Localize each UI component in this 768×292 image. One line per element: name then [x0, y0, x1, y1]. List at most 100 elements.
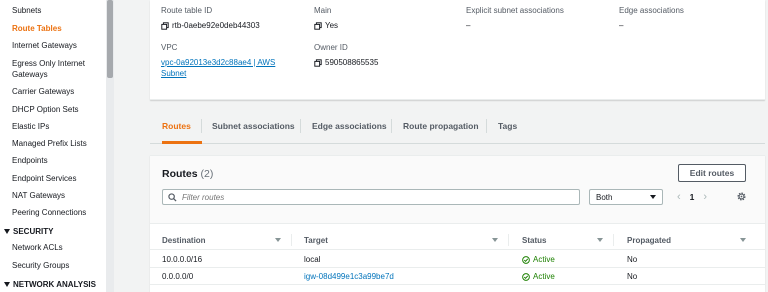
tab-divider: [201, 119, 202, 133]
route-status: Active: [522, 255, 555, 264]
routes-count: (2): [200, 168, 214, 180]
route-table-id-field: Route table ID rtb-0aebe92e0deb44303: [161, 6, 260, 31]
route-propagated: No: [627, 272, 638, 281]
caret-down-icon: [650, 195, 656, 199]
route-table-id-value: rtb-0aebe92e0deb44303: [172, 21, 260, 30]
filter-routes-field[interactable]: [162, 189, 580, 205]
edge-associations-value: –: [619, 21, 624, 30]
column-divider: [291, 234, 292, 246]
column-divider: [508, 234, 509, 246]
vpc-link[interactable]: vpc-0a92013e3d2c88ae4 | AWS: [161, 58, 275, 68]
sort-icon[interactable]: [275, 238, 281, 242]
details-panel: Route table ID rtb-0aebe92e0deb44303 Mai…: [150, 0, 765, 100]
main-content: Route table ID rtb-0aebe92e0deb44303 Mai…: [114, 0, 768, 292]
tab-bar: Routes Subnet associations Edge associat…: [150, 110, 765, 144]
gear-icon[interactable]: [736, 191, 747, 202]
tab-divider: [300, 119, 301, 133]
route-status-text: Active: [533, 255, 555, 264]
column-header-propagated[interactable]: Propagated: [627, 236, 671, 245]
tab-subnet-associations[interactable]: Subnet associations: [212, 121, 295, 131]
copy-icon[interactable]: [314, 22, 322, 30]
owner-id-field: Owner ID 590508865535: [314, 43, 378, 68]
sidebar-item-egress-only-internet-gateways-line2[interactable]: Gateways: [12, 70, 48, 80]
tab-edge-associations[interactable]: Edge associations: [312, 121, 387, 131]
routes-title: Routes (2): [162, 168, 213, 180]
sidebar-section-network-analysis[interactable]: NETWORK ANALYSIS: [4, 280, 96, 289]
routes-table-header: Destination Target Status Propagated: [150, 230, 765, 250]
sidebar-item-internet-gateways[interactable]: Internet Gateways: [12, 41, 77, 51]
sidebar-item-subnets[interactable]: Subnets: [12, 6, 41, 16]
pagination: ‹ 1 ›: [677, 189, 707, 205]
vpc-field: VPC vpc-0a92013e3d2c88ae4 | AWS Subnet: [161, 43, 275, 79]
edit-routes-button[interactable]: Edit routes: [678, 164, 746, 182]
propagation-filter-select[interactable]: Both: [589, 189, 663, 205]
sort-icon[interactable]: [740, 238, 746, 242]
sidebar-item-managed-prefix-lists[interactable]: Managed Prefix Lists: [12, 139, 87, 149]
check-circle-icon: [522, 255, 530, 264]
check-circle-icon: [522, 272, 530, 281]
page-number[interactable]: 1: [690, 192, 695, 202]
route-target: local: [304, 255, 321, 264]
tab-divider: [391, 119, 392, 133]
sort-icon[interactable]: [492, 238, 498, 242]
route-status-text: Active: [533, 272, 555, 281]
sidebar-scrollbar-thumb[interactable]: [107, 0, 113, 78]
owner-id-value: 590508865535: [325, 58, 379, 67]
edge-associations-label: Edge associations: [619, 6, 684, 15]
vpc-link-line2[interactable]: Subnet: [161, 69, 275, 79]
tab-routes[interactable]: Routes: [162, 121, 191, 131]
sidebar-item-network-acls[interactable]: Network ACLs: [12, 243, 63, 253]
caret-down-icon: [4, 282, 10, 287]
column-header-target[interactable]: Target: [304, 236, 328, 245]
copy-icon[interactable]: [314, 59, 322, 67]
propagation-filter-value: Both: [596, 192, 613, 202]
sidebar-section-security[interactable]: SECURITY: [4, 227, 53, 236]
route-propagated: No: [627, 255, 638, 264]
explicit-subnet-associations-value: –: [466, 21, 471, 30]
search-icon: [168, 192, 177, 202]
sidebar-item-endpoints[interactable]: Endpoints: [12, 156, 48, 166]
owner-id-label: Owner ID: [314, 43, 348, 52]
route-status: Active: [522, 272, 555, 281]
vpc-label: VPC: [161, 43, 178, 52]
sidebar: Subnets Route Tables Internet Gateways E…: [0, 0, 114, 292]
explicit-subnet-associations-field: Explicit subnet associations –: [466, 6, 564, 31]
tab-tags[interactable]: Tags: [498, 121, 517, 131]
sidebar-item-carrier-gateways[interactable]: Carrier Gateways: [12, 87, 74, 97]
main-label: Main: [314, 6, 332, 15]
chevron-right-icon[interactable]: ›: [703, 191, 707, 203]
table-row: 10.0.0.0/16 local Active No: [150, 251, 765, 268]
chevron-left-icon[interactable]: ‹: [677, 191, 681, 203]
caret-down-icon: [4, 229, 10, 234]
sidebar-item-nat-gateways[interactable]: NAT Gateways: [12, 191, 65, 201]
route-target: igw-08d499e1c3a99be7d: [304, 272, 394, 281]
tab-route-propagation[interactable]: Route propagation: [403, 121, 479, 131]
filter-routes-input[interactable]: [182, 192, 562, 202]
copy-icon[interactable]: [161, 22, 169, 30]
sidebar-section-label: NETWORK ANALYSIS: [13, 280, 96, 289]
sidebar-item-dhcp-option-sets[interactable]: DHCP Option Sets: [12, 105, 79, 115]
column-header-status[interactable]: Status: [522, 236, 546, 245]
column-header-destination[interactable]: Destination: [162, 236, 206, 245]
tab-divider: [486, 119, 487, 133]
route-table-id-label: Route table ID: [161, 6, 213, 15]
table-row: 0.0.0.0/0 igw-08d499e1c3a99be7d Active N…: [150, 268, 765, 285]
route-target-link[interactable]: igw-08d499e1c3a99be7d: [304, 272, 394, 281]
sidebar-item-egress-only-internet-gateways[interactable]: Egress Only Internet: [12, 59, 85, 69]
sort-icon[interactable]: [597, 238, 603, 242]
sidebar-item-peering-connections[interactable]: Peering Connections: [12, 208, 86, 218]
routes-title-text: Routes: [162, 168, 198, 180]
column-divider: [613, 234, 614, 246]
routes-header: Routes (2) Edit routes Both ‹ 1 ›: [150, 156, 765, 224]
active-tab-indicator: [162, 141, 202, 144]
explicit-subnet-associations-label: Explicit subnet associations: [466, 6, 564, 15]
sidebar-item-endpoint-services[interactable]: Endpoint Services: [12, 174, 76, 184]
sidebar-item-route-tables[interactable]: Route Tables: [12, 24, 62, 34]
sidebar-item-elastic-ips[interactable]: Elastic IPs: [12, 122, 49, 132]
routes-panel: Routes (2) Edit routes Both ‹ 1 ›: [150, 155, 765, 292]
sidebar-item-security-groups[interactable]: Security Groups: [12, 261, 69, 271]
main-value: Yes: [325, 21, 339, 30]
edge-associations-field: Edge associations –: [619, 6, 684, 31]
route-destination: 0.0.0.0/0: [162, 272, 194, 281]
main-field: Main Yes: [314, 6, 338, 31]
